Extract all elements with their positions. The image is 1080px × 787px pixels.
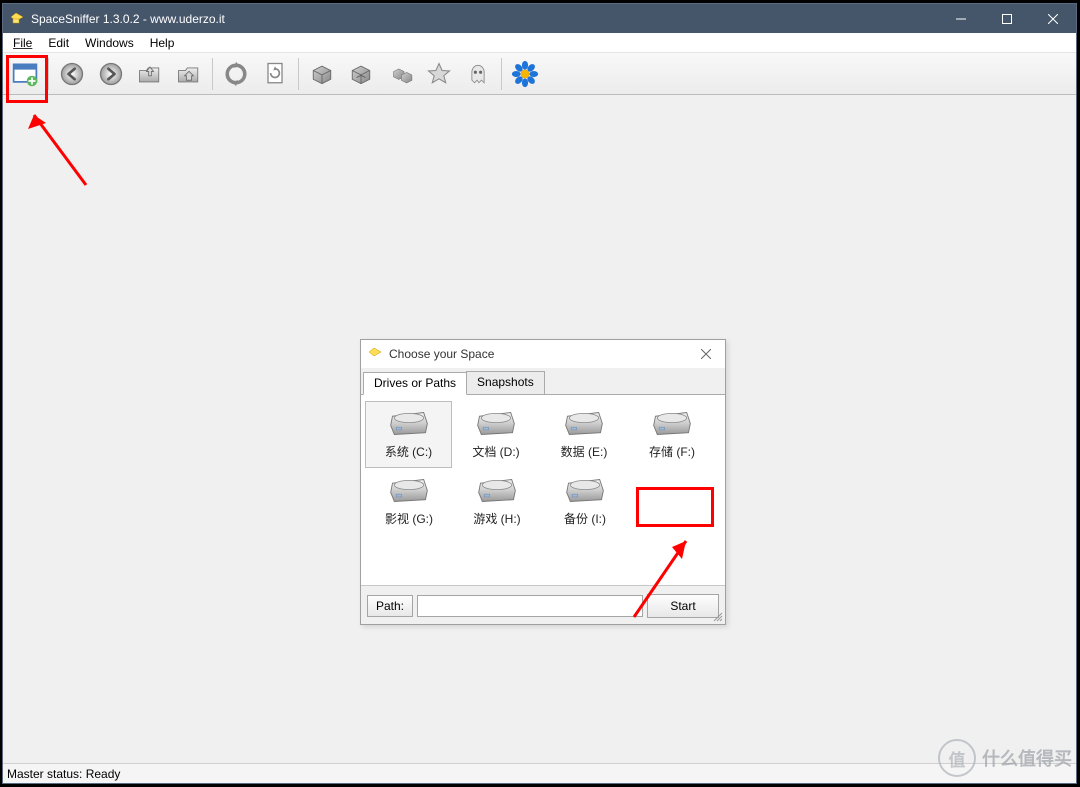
status-text: Master status: Ready — [7, 767, 120, 781]
tab-drives[interactable]: Drives or Paths — [363, 372, 467, 395]
toolbar-back[interactable] — [54, 56, 90, 92]
drive-item[interactable]: 存储 (F:) — [628, 401, 716, 468]
harddrive-icon — [387, 474, 431, 506]
drive-item[interactable]: 影视 (G:) — [365, 468, 453, 535]
menu-edit[interactable]: Edit — [40, 35, 77, 51]
choose-space-dialog: Choose your Space Drives or Paths Snapsh… — [360, 339, 726, 625]
app-icon — [9, 11, 25, 27]
dialog-title: Choose your Space — [389, 347, 494, 361]
harddrive-icon — [562, 407, 606, 439]
drive-label: 存储 (F:) — [649, 443, 695, 460]
drive-label: 游戏 (H:) — [473, 510, 520, 527]
menu-file[interactable]: File — [5, 35, 40, 51]
dialog-titlebar: Choose your Space — [361, 340, 725, 368]
drive-item[interactable]: 文档 (D:) — [452, 401, 540, 468]
watermark-text: 什么值得买 — [982, 745, 1072, 771]
dialog-close-button[interactable] — [693, 341, 719, 367]
tab-snapshots[interactable]: Snapshots — [466, 371, 545, 394]
drive-label: 备份 (I:) — [564, 510, 606, 527]
toolbar-separator — [212, 58, 213, 90]
toolbar-separator — [298, 58, 299, 90]
close-button[interactable] — [1030, 4, 1076, 33]
toolbar-reload[interactable] — [257, 56, 293, 92]
watermark-badge: 值 — [938, 739, 976, 777]
toolbar-separator — [48, 58, 49, 90]
start-button[interactable]: Start — [647, 594, 719, 618]
titlebar: SpaceSniffer 1.3.0.2 - www.uderzo.it — [3, 4, 1076, 33]
harddrive-icon — [650, 407, 694, 439]
drive-label: 文档 (D:) — [472, 443, 519, 460]
toolbar-refresh[interactable] — [218, 56, 254, 92]
toolbar-ghost[interactable] — [460, 56, 496, 92]
workspace: Choose your Space Drives or Paths Snapsh… — [3, 95, 1076, 763]
menubar: File Edit Windows Help — [3, 33, 1076, 53]
toolbar-tag[interactable] — [421, 56, 457, 92]
menu-windows[interactable]: Windows — [77, 35, 142, 51]
menu-help[interactable]: Help — [142, 35, 183, 51]
toolbar-home[interactable] — [171, 56, 207, 92]
drive-item[interactable]: 系统 (C:) — [365, 401, 452, 468]
harddrive-icon — [563, 474, 607, 506]
path-input[interactable] — [417, 595, 643, 617]
drive-label: 系统 (C:) — [385, 443, 432, 460]
toolbar-forward[interactable] — [93, 56, 129, 92]
toolbar — [3, 53, 1076, 95]
app-window: SpaceSniffer 1.3.0.2 - www.uderzo.it Fil… — [2, 3, 1077, 784]
harddrive-icon — [475, 474, 519, 506]
app-title: SpaceSniffer 1.3.0.2 - www.uderzo.it — [31, 12, 225, 26]
path-label: Path: — [367, 595, 413, 617]
dialog-bottom-row: Path: Start — [361, 585, 725, 624]
maximize-button[interactable] — [984, 4, 1030, 33]
dialog-tabs: Drives or Paths Snapshots — [361, 368, 725, 395]
toolbar-up[interactable] — [132, 56, 168, 92]
harddrive-icon — [474, 407, 518, 439]
toolbar-blocks[interactable] — [382, 56, 418, 92]
harddrive-icon — [387, 407, 431, 439]
watermark: 值 什么值得买 — [938, 739, 1072, 777]
drive-item[interactable]: 游戏 (H:) — [453, 468, 541, 535]
toolbar-separator — [501, 58, 502, 90]
drive-label: 影视 (G:) — [385, 510, 433, 527]
minimize-button[interactable] — [938, 4, 984, 33]
dialog-app-icon — [367, 346, 383, 362]
drive-label: 数据 (E:) — [561, 443, 608, 460]
drive-item[interactable]: 备份 (I:) — [541, 468, 629, 535]
toolbar-more-detail[interactable] — [343, 56, 379, 92]
statusbar: Master status: Ready — [3, 763, 1076, 783]
drives-pane: 系统 (C:) 文档 (D:) 数据 (E:) 存储 (F:) 影视 (G:) 游戏 (H… — [361, 395, 725, 585]
toolbar-about[interactable] — [507, 56, 543, 92]
toolbar-new-scan[interactable] — [7, 56, 43, 92]
drive-item[interactable]: 数据 (E:) — [540, 401, 628, 468]
toolbar-less-detail[interactable] — [304, 56, 340, 92]
resize-grip-icon[interactable] — [711, 610, 723, 622]
